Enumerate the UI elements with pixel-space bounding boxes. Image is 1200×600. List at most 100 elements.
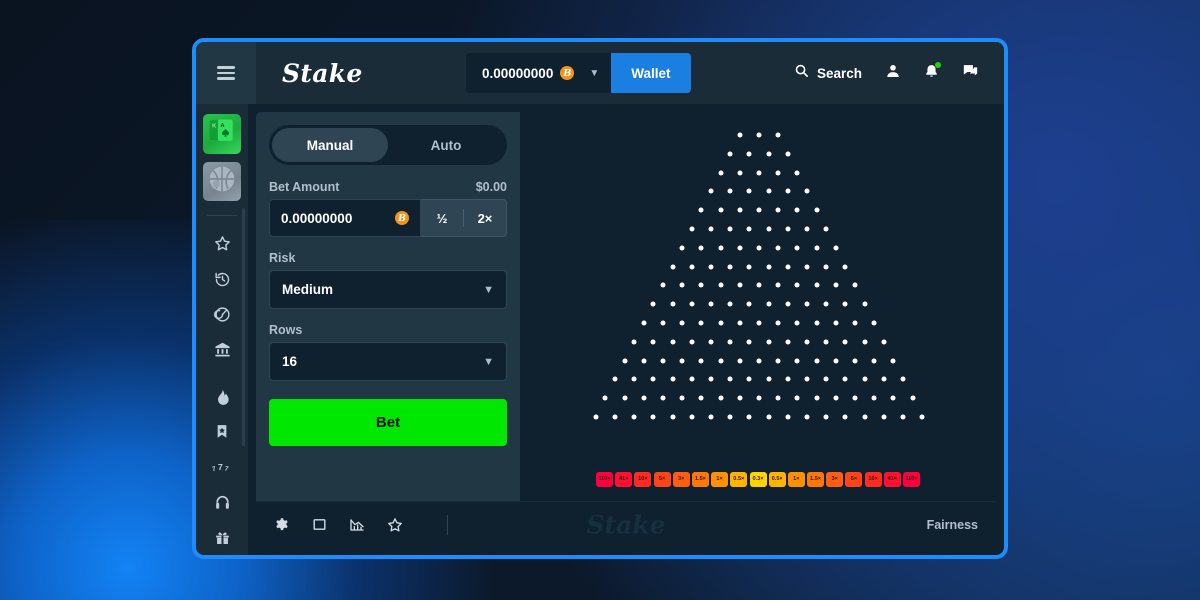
plinko-board[interactable]: 110× 41× 10× 5× 3× 1.5× 1× 0.5× 0.3× 0.5× 1× 1.5× 3×…: [520, 112, 996, 501]
plinko-peg: [814, 395, 820, 401]
plinko-peg: [631, 376, 637, 382]
plinko-peg: [670, 339, 676, 345]
multiplier-bucket[interactable]: 5×: [845, 472, 863, 487]
user-profile-icon: [885, 63, 901, 84]
profile-button[interactable]: [885, 63, 901, 84]
multiplier-bucket[interactable]: 41×: [615, 472, 633, 487]
favourite-button[interactable]: [387, 517, 403, 533]
bet-button[interactable]: Bet: [269, 399, 507, 446]
multiplier-bucket[interactable]: 5×: [653, 472, 671, 487]
plinko-peg: [871, 320, 877, 326]
chat-button[interactable]: [962, 63, 979, 84]
plinko-peg: [727, 376, 733, 382]
bet-amount-input[interactable]: 0.00000000 B: [269, 199, 421, 237]
plinko-peg: [833, 358, 839, 364]
hamburger-menu-button[interactable]: [196, 42, 256, 104]
plinko-peg: [679, 282, 685, 288]
sidebar-divider: [207, 215, 237, 217]
search-button[interactable]: Search: [794, 63, 862, 83]
tab-manual[interactable]: Manual: [272, 128, 388, 162]
bet-panel: Manual Auto Bet Amount $0.00 0.00000000 …: [256, 112, 520, 501]
plinko-peg: [804, 339, 810, 345]
bet-amount-label-row: Bet Amount $0.00: [269, 180, 507, 194]
plinko-peg: [862, 301, 868, 307]
plinko-peg: [746, 151, 752, 157]
bitcoin-icon: B: [395, 211, 409, 225]
plinko-peg: [871, 395, 877, 401]
sidebar-item-favourites[interactable]: [203, 226, 241, 261]
plinko-peg: [785, 264, 791, 270]
plinko-peg: [746, 339, 752, 345]
plinko-peg: [727, 414, 733, 420]
plinko-peg: [708, 339, 714, 345]
plinko-peg: [862, 339, 868, 345]
svg-text:7: 7: [224, 465, 230, 473]
sidebar-item-support[interactable]: [203, 485, 241, 520]
sidebar-item-bookmarks[interactable]: [203, 414, 241, 449]
multiplier-bucket[interactable]: 0.5×: [768, 472, 786, 487]
halve-bet-button[interactable]: ½: [421, 200, 463, 236]
plinko-peg: [775, 358, 781, 364]
plinko-peg: [804, 226, 810, 232]
multiplier-bucket[interactable]: 41×: [883, 472, 901, 487]
plinko-peg: [698, 282, 704, 288]
multiplier-bucket[interactable]: 10×: [634, 472, 652, 487]
multiplier-bucket[interactable]: 10×: [864, 472, 882, 487]
plinko-peg: [842, 264, 848, 270]
rows-select[interactable]: 16 ▼: [269, 342, 507, 381]
bet-amount-row: 0.00000000 B ½ 2×: [269, 199, 507, 237]
multiplier-bucket[interactable]: 1.5×: [691, 472, 709, 487]
multiplier-bucket[interactable]: 110×: [596, 472, 613, 487]
fullscreen-button[interactable]: [312, 517, 327, 532]
risk-label: Risk: [269, 251, 296, 265]
multiplier-bucket[interactable]: 110×: [903, 472, 920, 487]
sidebar-item-bank[interactable]: [203, 332, 241, 367]
multiplier-bucket[interactable]: 0.5×: [730, 472, 748, 487]
sidebar-item-challenges[interactable]: [203, 297, 241, 332]
plinko-peg: [852, 358, 858, 364]
tab-auto[interactable]: Auto: [388, 128, 504, 162]
risk-value: Medium: [282, 282, 334, 297]
settings-button[interactable]: [274, 517, 290, 533]
multiplier-bucket[interactable]: 3×: [826, 472, 844, 487]
plinko-peg: [766, 264, 772, 270]
plinko-peg: [746, 188, 752, 194]
plinko-peg: [842, 339, 848, 345]
sidebar-item-promotions[interactable]: [203, 520, 241, 555]
plinko-peg: [766, 339, 772, 345]
plinko-peg: [746, 376, 752, 382]
plinko-peg: [766, 376, 772, 382]
multiplier-bucket[interactable]: 0.3×: [749, 472, 767, 487]
sidebar-tile-casino[interactable]: K A: [203, 114, 241, 154]
notifications-button[interactable]: [924, 61, 941, 84]
risk-select[interactable]: Medium ▼: [269, 270, 507, 309]
multiplier-bucket[interactable]: 1.5×: [807, 472, 825, 487]
plinko-peg: [670, 414, 676, 420]
plinko-peg: [881, 339, 887, 345]
wallet-button[interactable]: Wallet: [611, 53, 691, 93]
plinko-peg: [794, 207, 800, 213]
sidebar-item-slots[interactable]: 7 7 7: [203, 449, 241, 484]
balance-display[interactable]: 0.00000000 B ▼: [466, 53, 612, 93]
plinko-peg: [881, 414, 887, 420]
sidebar-scrollbar[interactable]: [242, 208, 245, 446]
double-bet-button[interactable]: 2×: [464, 200, 506, 236]
multiplier-bucket[interactable]: 3×: [672, 472, 690, 487]
plinko-peg: [746, 264, 752, 270]
plinko-peg: [785, 226, 791, 232]
sidebar-tile-sports[interactable]: [203, 161, 241, 202]
plinko-peg: [833, 282, 839, 288]
sidebar-item-trending[interactable]: [203, 379, 241, 414]
multiplier-bucket[interactable]: 1×: [711, 472, 729, 487]
plinko-peg: [612, 376, 618, 382]
plinko-peg: [814, 320, 820, 326]
fairness-link[interactable]: Fairness: [927, 518, 978, 532]
statistics-button[interactable]: [349, 517, 365, 533]
sidebar-item-recent[interactable]: [203, 262, 241, 297]
plinko-peg: [718, 245, 724, 251]
multiplier-bucket[interactable]: 1×: [787, 472, 805, 487]
svg-text:7: 7: [218, 462, 223, 472]
plinko-peg: [785, 188, 791, 194]
plinko-peg: [698, 207, 704, 213]
bet-amount-fiat: $0.00: [475, 180, 507, 194]
